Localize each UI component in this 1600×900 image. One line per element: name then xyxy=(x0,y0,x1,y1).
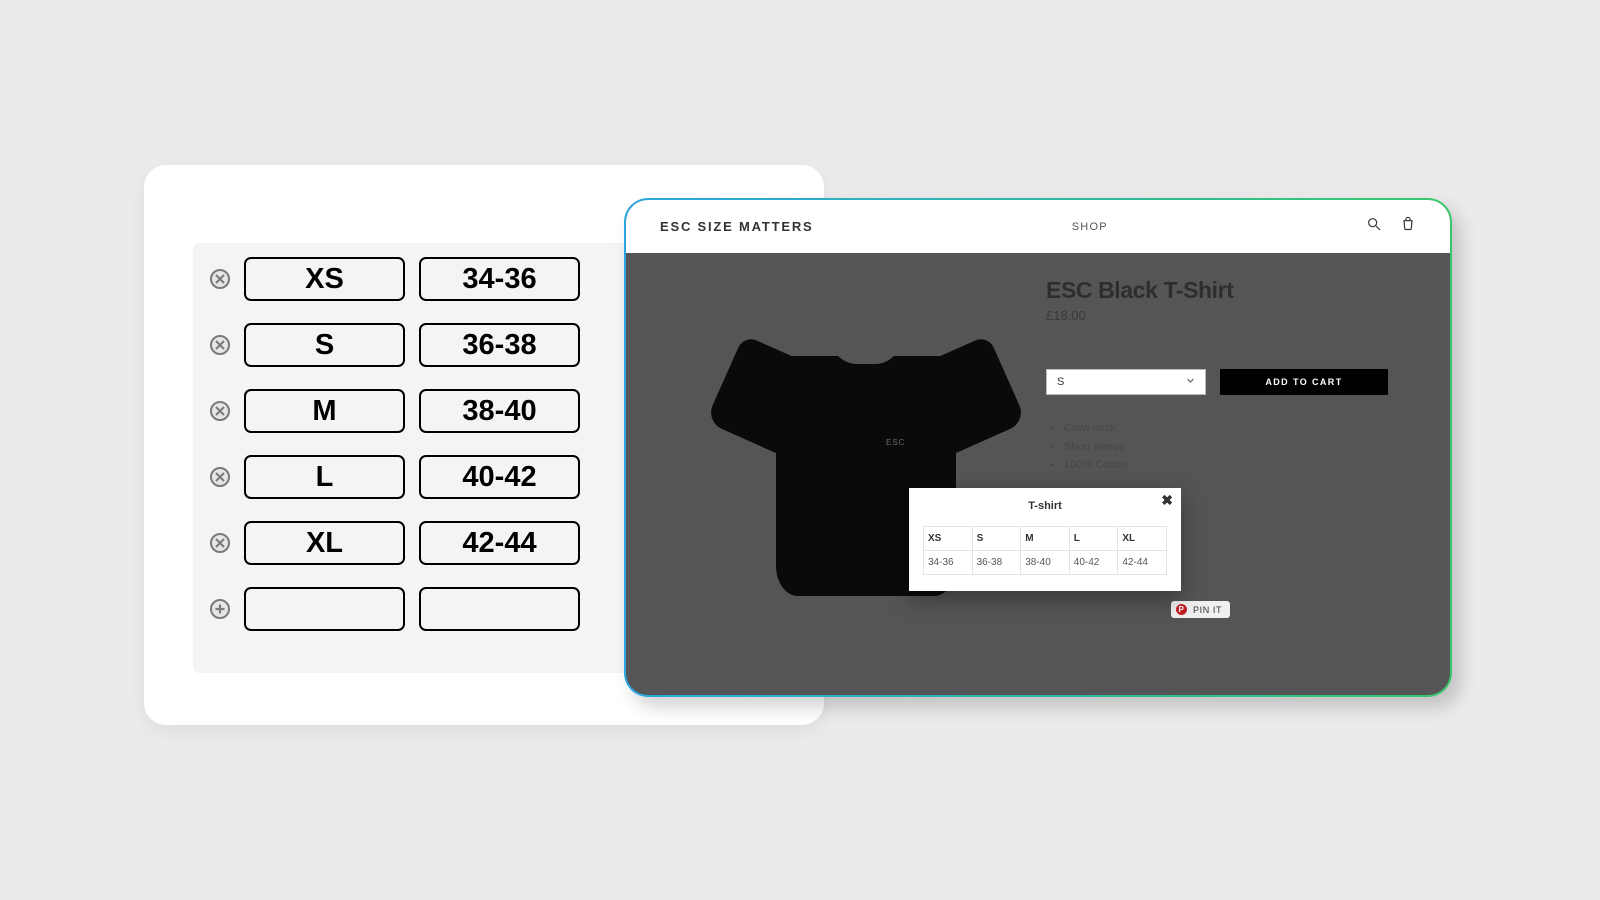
size-header: L xyxy=(1069,527,1118,551)
size-range-input[interactable]: 34-36 xyxy=(419,257,580,301)
header-icons xyxy=(1366,216,1416,237)
size-value: 36-38 xyxy=(972,551,1021,575)
size-label: Size xyxy=(1046,349,1388,361)
pin-it-label: PIN IT xyxy=(1193,605,1222,615)
remove-row-icon[interactable] xyxy=(210,335,230,355)
size-range-input[interactable]: 42-44 xyxy=(419,521,580,565)
size-header: XS xyxy=(924,527,973,551)
size-value: 34-36 xyxy=(924,551,973,575)
bullet-item: 100% Cotton xyxy=(1064,456,1388,475)
size-select-value: S xyxy=(1057,376,1064,388)
size-value: 40-42 xyxy=(1069,551,1118,575)
size-name-input-empty[interactable] xyxy=(244,587,405,631)
size-chart-title: T-shirt xyxy=(923,500,1167,512)
size-header: M xyxy=(1021,527,1070,551)
size-name-input[interactable]: S xyxy=(244,323,405,367)
size-range-input[interactable]: 40-42 xyxy=(419,455,580,499)
pin-it-button[interactable]: P PIN IT xyxy=(1171,601,1230,618)
size-row: L 40-42 xyxy=(210,455,580,499)
size-value: 42-44 xyxy=(1118,551,1167,575)
size-range-input[interactable]: 36-38 xyxy=(419,323,580,367)
size-row: XL 42-44 xyxy=(210,521,580,565)
size-name-input[interactable]: XS xyxy=(244,257,405,301)
shop-brand: ESC SIZE MATTERS xyxy=(660,219,814,234)
remove-row-icon[interactable] xyxy=(210,269,230,289)
chevron-down-icon xyxy=(1186,376,1195,388)
remove-row-icon[interactable] xyxy=(210,401,230,421)
pinterest-icon: P xyxy=(1176,604,1187,615)
size-name-input[interactable]: XL xyxy=(244,521,405,565)
size-range-input[interactable]: 38-40 xyxy=(419,389,580,433)
product-price: £18.00 xyxy=(1046,308,1388,323)
shop-header: ESC SIZE MATTERS SHOP xyxy=(626,200,1450,253)
add-row-icon[interactable] xyxy=(210,599,230,619)
size-name-input[interactable]: L xyxy=(244,455,405,499)
size-rows: XS 34-36 S 36-38 M 38-40 L 40-42 xyxy=(210,257,580,653)
add-to-cart-button[interactable]: ADD TO CART xyxy=(1220,369,1388,395)
size-chart-popup: ✖ T-shirt XS S M L XL 34-36 36-38 38-40 … xyxy=(909,488,1181,591)
product-bullets: Crew neck Short sleeve 100% Cotton xyxy=(1046,419,1388,475)
close-icon[interactable]: ✖ xyxy=(1161,492,1173,509)
nav-shop-link[interactable]: SHOP xyxy=(1072,221,1108,233)
bullet-item: Crew neck xyxy=(1064,419,1388,438)
size-chart-table: XS S M L XL 34-36 36-38 38-40 40-42 42-4… xyxy=(923,526,1167,575)
product-title: ESC Black T-Shirt xyxy=(1046,277,1388,304)
search-icon[interactable] xyxy=(1366,216,1382,237)
size-header: S xyxy=(972,527,1021,551)
bullet-item: Short sleeve xyxy=(1064,438,1388,457)
shop-preview-window: ESC SIZE MATTERS SHOP ESC xyxy=(624,198,1452,697)
product-info: ESC Black T-Shirt £18.00 Size S ADD TO C… xyxy=(1046,277,1388,475)
size-row-new xyxy=(210,587,580,631)
remove-row-icon[interactable] xyxy=(210,467,230,487)
product-area: ESC ESC Black T-Shirt £18.00 Size S ADD … xyxy=(626,253,1450,695)
size-row: S 36-38 xyxy=(210,323,580,367)
size-row: XS 34-36 xyxy=(210,257,580,301)
size-select[interactable]: S xyxy=(1046,369,1206,395)
size-header: XL xyxy=(1118,527,1167,551)
tshirt-print-text: ESC xyxy=(886,438,905,447)
size-range-input-empty[interactable] xyxy=(419,587,580,631)
size-value: 38-40 xyxy=(1021,551,1070,575)
remove-row-icon[interactable] xyxy=(210,533,230,553)
cart-icon[interactable] xyxy=(1400,216,1416,237)
size-name-input[interactable]: M xyxy=(244,389,405,433)
size-row: M 38-40 xyxy=(210,389,580,433)
